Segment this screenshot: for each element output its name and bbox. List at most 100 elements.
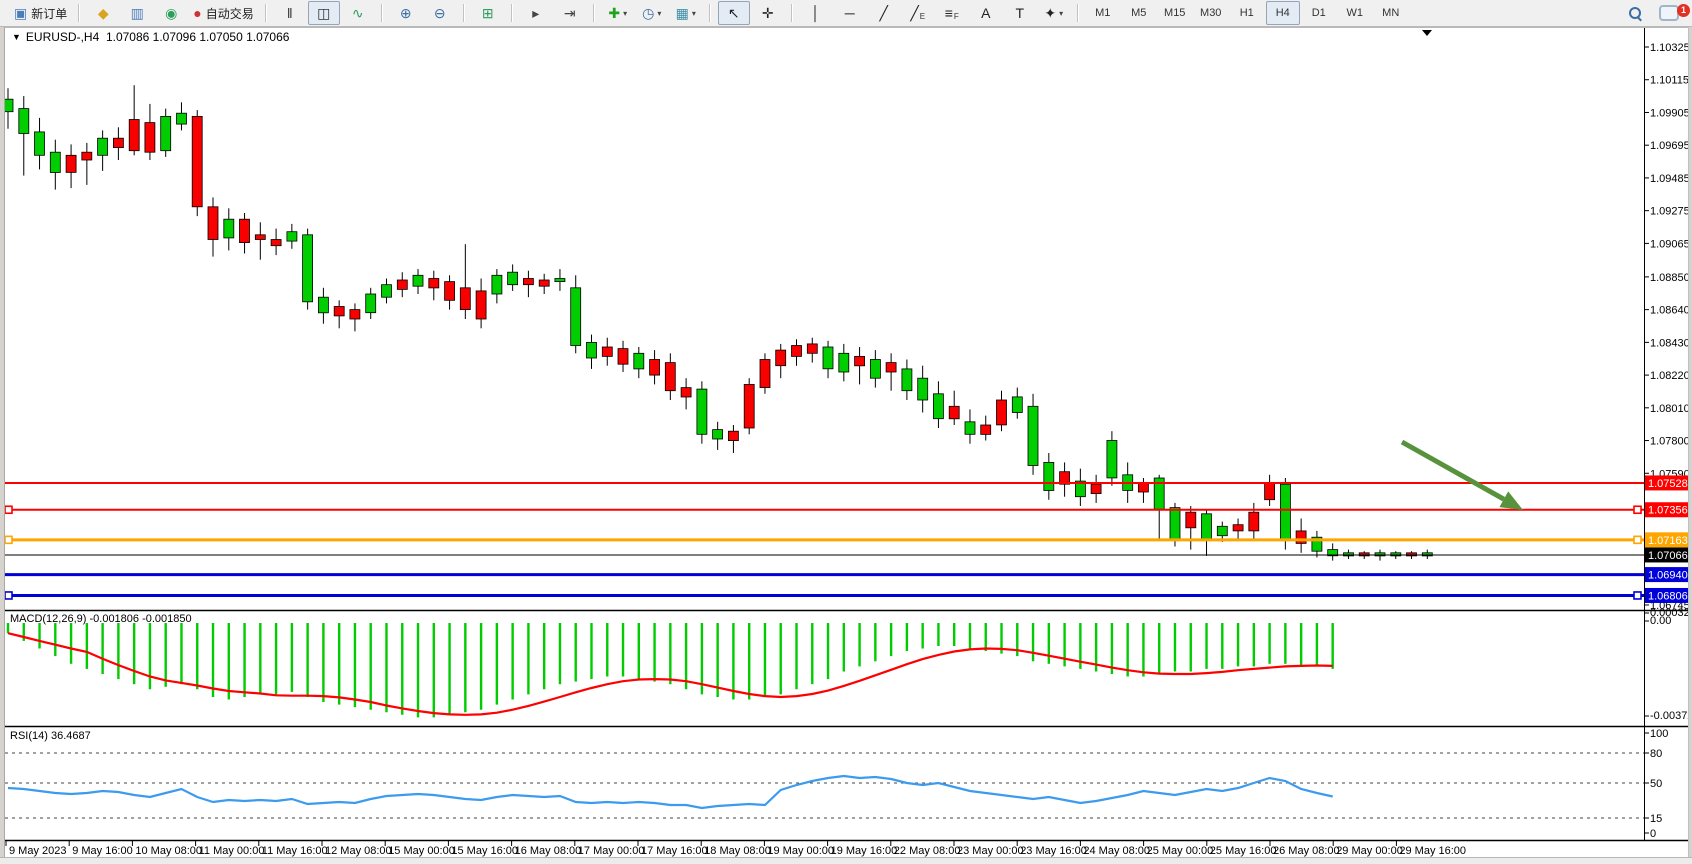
arrows-icon[interactable]: ✦▾ (1038, 1, 1070, 25)
toolbar-separator (265, 4, 267, 22)
tile-windows-icon[interactable]: ⊞ (472, 1, 504, 25)
svg-text:23 May 16:00: 23 May 16:00 (1020, 845, 1087, 857)
one-click-trading-toggle[interactable]: ▼ (12, 32, 21, 42)
templates-icon[interactable]: ▦▾ (670, 1, 702, 25)
trading-platform-window: ▣新订单◆▥◉●自动交易‖◫∿⊕⊖⊞▸⇥✚▾◷▾▦▾↖✛│─╱╱E≡FAT✦▾M… (0, 0, 1692, 864)
macd-indicator-label: MACD(12,26,9) -0.001806 -0.001850 (10, 613, 192, 625)
tf-h1[interactable]: H1 (1230, 1, 1264, 25)
line-handle[interactable] (1634, 506, 1641, 513)
toolbar-separator (381, 4, 383, 22)
tf-d1[interactable]: D1 (1302, 1, 1336, 25)
svg-text:1.08850: 1.08850 (1650, 272, 1690, 284)
svg-text:17 May 16:00: 17 May 16:00 (641, 845, 708, 857)
search-icon[interactable] (1619, 1, 1651, 25)
auto-scroll-icon[interactable]: ▸ (520, 1, 552, 25)
svg-text:1.09485: 1.09485 (1650, 173, 1690, 185)
line-handle[interactable] (1634, 592, 1641, 599)
crosshair-icon-glyph: ✛ (762, 6, 774, 20)
fibonacci-icon-glyph: ≡ (945, 6, 953, 20)
horizontal-line-object[interactable]: 1.07066 (5, 547, 1692, 562)
periods-icon-glyph: ◷ (642, 6, 654, 20)
chat-icon[interactable]: 1 (1653, 1, 1685, 25)
line-chart-icon[interactable]: ∿ (342, 1, 374, 25)
svg-text:19 May 00:00: 19 May 00:00 (767, 845, 834, 857)
periods-icon[interactable]: ◷▾ (636, 1, 668, 25)
text-icon[interactable]: A (970, 1, 1002, 25)
tf-m1[interactable]: M1 (1086, 1, 1120, 25)
annotation-arrow[interactable] (1402, 442, 1523, 510)
svg-text:15: 15 (1650, 813, 1662, 825)
label-icon[interactable]: T (1004, 1, 1036, 25)
chart-canvas[interactable]: 1.103251.101151.099051.096951.094851.092… (0, 0, 1692, 864)
broadcast-icon[interactable]: ◉ (155, 1, 187, 25)
candle-chart-icon[interactable]: ◫ (308, 1, 340, 25)
crosshair-icon[interactable]: ✛ (752, 1, 784, 25)
line-handle[interactable] (5, 592, 12, 599)
chart-shift-icon-glyph: ⇥ (564, 6, 576, 20)
macd-axis: 0.0003290.00-0.003725 (1644, 607, 1692, 722)
new-order-button[interactable]: ▣新订单 (10, 1, 71, 25)
window-bottom-strip (0, 857, 1692, 864)
community-icon[interactable]: ▥ (121, 1, 153, 25)
price-label-text: 1.07356 (1648, 505, 1688, 517)
bar-chart-icon[interactable]: ‖ (274, 1, 306, 25)
tf-mn[interactable]: MN (1374, 1, 1408, 25)
zoom-in-icon[interactable]: ⊕ (390, 1, 422, 25)
dropdown-caret-icon[interactable]: ▾ (692, 9, 696, 18)
cursor-icon[interactable]: ↖ (718, 1, 750, 25)
horizontal-line-object[interactable]: 1.07356 (5, 502, 1692, 517)
toolbar-group-timeframes: M1M5M15 M30 H1H4 D1 W1 MN (1082, 1, 1412, 25)
dropdown-caret-icon[interactable]: ▾ (623, 9, 627, 18)
horizontal-line-object[interactable]: 1.06806 (5, 588, 1692, 603)
zoom-out-icon[interactable]: ⊖ (424, 1, 456, 25)
dropdown-caret-icon[interactable]: ▾ (657, 9, 661, 18)
candle-chart-icon-glyph: ◫ (317, 6, 330, 20)
line-handle[interactable] (1634, 536, 1641, 543)
alerts-icon[interactable]: ◆ (87, 1, 119, 25)
chart-shift-icon[interactable]: ⇥ (554, 1, 586, 25)
horizontal-line-object[interactable]: 1.07163 (5, 532, 1692, 547)
svg-text:25 May 16:00: 25 May 16:00 (1210, 845, 1277, 857)
community-icon-glyph: ▥ (131, 6, 144, 20)
channel-icon-glyph: ╱ (910, 6, 918, 20)
line-handle[interactable] (5, 506, 12, 513)
tf-m5[interactable]: M5 (1122, 1, 1156, 25)
svg-text:12 May 08:00: 12 May 08:00 (325, 845, 392, 857)
rsi-line (8, 776, 1333, 808)
toolbar-separator (463, 4, 465, 22)
fibonacci-icon[interactable]: ≡F (936, 1, 968, 25)
rsi-axis: 1008050150 (1644, 728, 1668, 840)
toolbar-separator (511, 4, 513, 22)
symbol-period-label: EURUSD-,H4 (26, 30, 99, 44)
tf-h4[interactable]: H4 (1266, 1, 1300, 25)
tf-w1-label: W1 (1346, 7, 1363, 19)
indicators-icon[interactable]: ✚▾ (602, 1, 634, 25)
svg-text:100: 100 (1650, 728, 1668, 740)
dropdown-caret-icon[interactable]: ▾ (1059, 9, 1063, 18)
tf-m15[interactable]: M15 (1158, 1, 1192, 25)
line-handle[interactable] (5, 536, 12, 543)
autotrade-button[interactable]: ●自动交易 (189, 1, 257, 25)
tf-d1-label: D1 (1312, 7, 1326, 19)
tf-w1[interactable]: W1 (1338, 1, 1372, 25)
rsi-value: 36.4687 (51, 730, 91, 742)
window-left-edge (0, 26, 5, 857)
horizontal-line-icon[interactable]: ─ (834, 1, 866, 25)
tf-m30-label: M30 (1200, 7, 1221, 19)
horizontal-line-object[interactable]: 1.06940 (5, 567, 1692, 582)
svg-text:11 May 00:00: 11 May 00:00 (199, 845, 265, 857)
horizontal-line-object[interactable]: 1.07528 (5, 475, 1692, 490)
alerts-icon-glyph: ◆ (98, 6, 109, 20)
text-icon-glyph: A (981, 6, 990, 20)
vertical-line-icon[interactable]: │ (800, 1, 832, 25)
autotrade-button-label: 自动交易 (206, 5, 254, 22)
toolbar-separator (791, 4, 793, 22)
toolbar-separator (1077, 4, 1079, 22)
indicators-icon-glyph: ✚ (608, 6, 620, 20)
channel-icon[interactable]: ╱E (902, 1, 934, 25)
chart-shift-marker[interactable] (1422, 30, 1432, 36)
tf-m30[interactable]: M30 (1194, 1, 1228, 25)
price-label-text: 1.07528 (1648, 478, 1688, 490)
trendline-icon[interactable]: ╱ (868, 1, 900, 25)
rsi-levels (5, 753, 1644, 818)
